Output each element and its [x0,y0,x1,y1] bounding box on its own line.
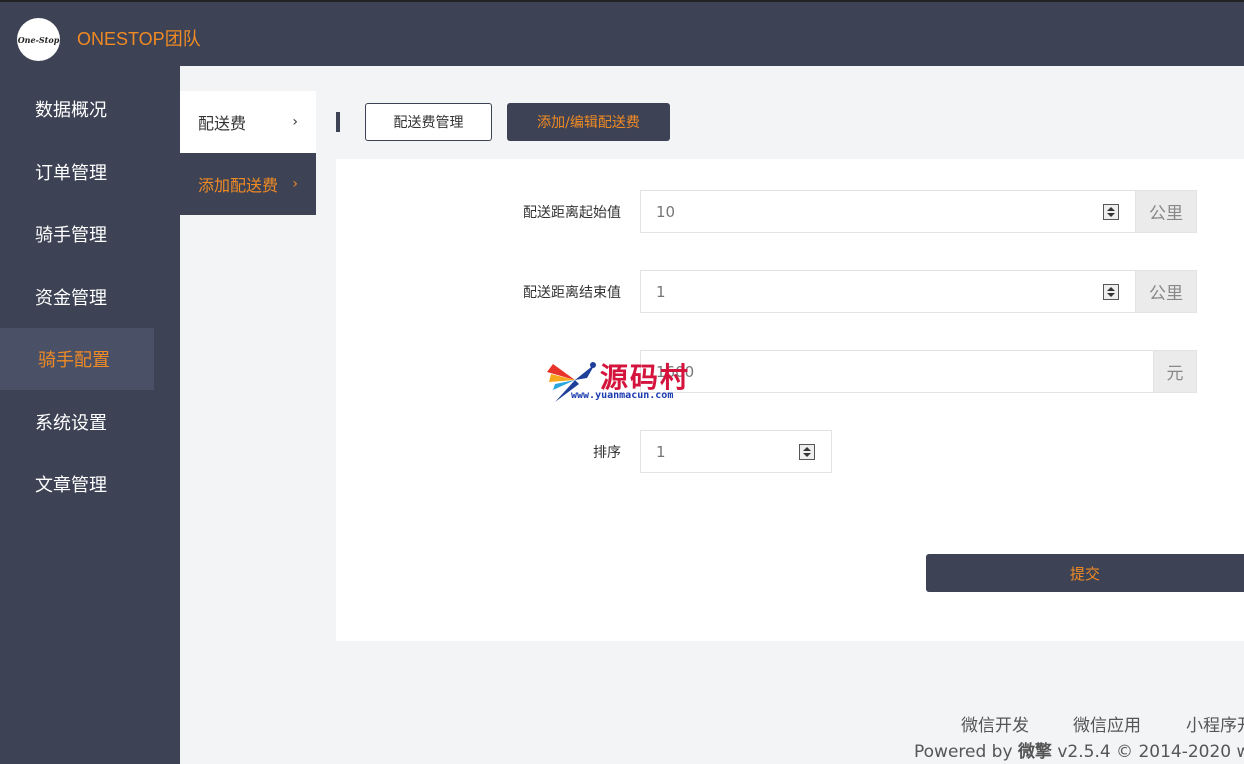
watermark-url: www.yuanmacun.com [571,390,674,401]
sidebar-item-orders[interactable]: 订单管理 [0,141,180,203]
sidebar-item-label: 骑手配置 [38,350,110,371]
sidebar: 数据概况 订单管理 骑手管理 资金管理 骑手配置 系统设置 文章管理 [0,66,180,764]
end-distance-label: 配送距离结束值 [523,285,621,301]
team-logo[interactable]: One-Stop [17,18,60,61]
sidebar-item-label: 数据概况 [35,100,107,121]
submit-button[interactable]: 提交 [926,554,1244,592]
sidebar-item-label: 订单管理 [35,163,107,184]
number-spinner-icon[interactable] [1103,284,1119,300]
delivery-fee-unit: 元 [1153,350,1197,393]
sort-value: 1 [656,442,666,461]
chevron-right-icon: › [292,176,298,192]
subnav-item-label: 添加配送费 [198,176,279,195]
sidebar-item-system-settings[interactable]: 系统设置 [0,391,180,453]
sidebar-item-funds[interactable]: 资金管理 [0,266,180,328]
number-spinner-icon[interactable] [1103,204,1119,220]
sidebar-item-label: 资金管理 [35,288,107,309]
end-distance-unit: 公里 [1135,270,1197,313]
sort-input[interactable]: 1 [640,430,832,473]
sidebar-item-label: 文章管理 [35,475,107,496]
sort-label: 排序 [593,445,621,461]
footer-link-wechat-apps[interactable]: 微信应用 [1073,711,1141,736]
team-name[interactable]: ONESTOP团队 [77,25,201,51]
copyright-brand[interactable]: 微擎 [1018,742,1052,762]
logo-text: One-Stop [17,34,60,45]
sidebar-item-label: 系统设置 [35,413,107,434]
start-distance-label: 配送距离起始值 [523,205,621,221]
end-distance-value: 1 [656,282,666,301]
sidebar-item-label: 骑手管理 [35,225,107,246]
delivery-fee-input[interactable]: 1600 [640,350,1154,393]
tab-add-edit-delivery-fee[interactable]: 添加/编辑配送费 [507,103,670,141]
chevron-right-icon: › [292,114,298,130]
watermark: 源码村 www.yuanmacun.com [545,356,705,406]
start-distance-value: 10 [656,202,676,221]
copyright-suffix: v2.5.4 © 2014-2020 ww [1051,742,1244,762]
sidebar-item-articles[interactable]: 文章管理 [0,453,180,515]
subnav-item-delivery-fee[interactable]: 配送费 › [180,91,316,153]
subnav-item-add-delivery-fee[interactable]: 添加配送费 › [180,153,316,215]
sidebar-item-data-overview[interactable]: 数据概况 [0,78,180,140]
sidebar-item-rider-config[interactable]: 骑手配置 [0,328,154,390]
footer-link-mini-program[interactable]: 小程序开 [1186,711,1244,736]
tab-delivery-fee-management[interactable]: 配送费管理 [365,103,492,141]
start-distance-input[interactable]: 10 [640,190,1136,233]
footer-copyright: Powered by 微擎 v2.5.4 © 2014-2020 ww [914,737,1244,762]
sidebar-item-riders[interactable]: 骑手管理 [0,203,180,265]
subnav-item-label: 配送费 [198,114,247,133]
copyright-prefix: Powered by [914,742,1018,762]
sub-navigation: 配送费 › 添加配送费 › [180,91,316,215]
footer-link-wechat-dev[interactable]: 微信开发 [961,711,1029,736]
start-distance-unit: 公里 [1135,190,1197,233]
section-marker [336,112,340,132]
number-spinner-icon[interactable] [799,444,815,460]
top-header: One-Stop ONESTOP团队 [0,0,1244,66]
end-distance-input[interactable]: 1 [640,270,1136,313]
